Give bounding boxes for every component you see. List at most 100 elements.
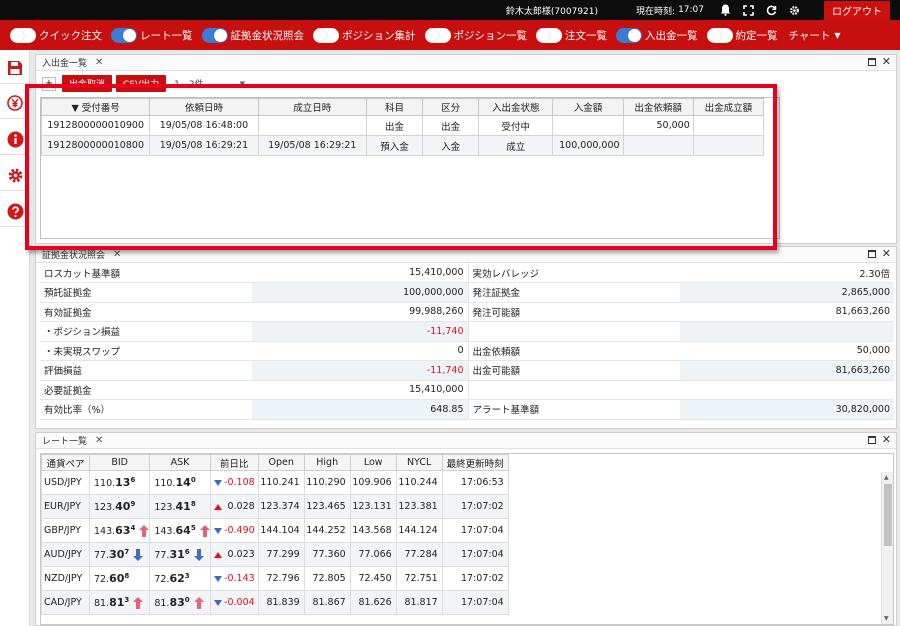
column-header[interactable]: 通貨ペア (41, 454, 90, 471)
column-header[interactable]: Low (349, 454, 397, 471)
chart-menu[interactable]: チャート ▼ (789, 28, 841, 43)
maximize-icon[interactable] (867, 58, 876, 66)
close-icon[interactable]: ✕ (882, 434, 891, 445)
column-header[interactable]: 前日比 (209, 454, 259, 471)
toggle-transfer-list[interactable]: 入出金一覧 (616, 27, 698, 43)
table-row[interactable]: 1912800000010800 19/05/08 16:29:21 19/05/0… (40, 135, 765, 156)
refresh-icon[interactable] (764, 3, 778, 17)
price-pips: 81 (109, 595, 125, 609)
toggle-rate-list[interactable]: レート一覧 (111, 27, 193, 43)
column-header[interactable]: 依頼日時 (149, 98, 259, 116)
tab-close-icon[interactable]: ✕ (95, 435, 103, 446)
toggle-label: 注文一覧 (565, 29, 607, 42)
tab-close-icon[interactable]: ✕ (95, 57, 103, 68)
toggle-switch[interactable] (111, 27, 137, 43)
toggle-execution-list[interactable]: 約定一覧 (706, 27, 778, 43)
info-icon[interactable] (6, 130, 24, 148)
scroll-up-icon[interactable]: ▲ (884, 474, 889, 481)
currency-pair[interactable]: GBP/JPY (41, 518, 90, 543)
column-header[interactable]: 成立日時 (257, 98, 367, 116)
table-row[interactable]: CAD/JPY 81.813 81.830 -0.004 81.839 81.867 81.… (41, 590, 509, 615)
toggle-switch[interactable] (536, 27, 562, 43)
table-row[interactable]: EUR/JPY 123.409 123.418 0.028 123.374 123.465… (41, 494, 509, 519)
toggle-position-summary[interactable]: ポジション集計 (313, 27, 416, 43)
column-header[interactable]: 入出金状態 (478, 98, 554, 116)
table-row[interactable]: GBP/JPY 143.634 143.645 -0.490 144.104 144.25… (41, 518, 509, 543)
column-header[interactable]: BID (88, 454, 151, 471)
clock-time: 17:07 (678, 5, 704, 15)
column-header[interactable]: NYCL (395, 454, 443, 471)
toggle-switch[interactable] (10, 27, 36, 43)
help-icon[interactable] (6, 202, 24, 220)
save-icon[interactable] (6, 59, 24, 77)
close-icon[interactable]: ✕ (882, 56, 891, 67)
ask-price[interactable]: 123.418 (149, 494, 211, 519)
column-header[interactable]: 最終更新時刻 (441, 454, 509, 471)
ask-price[interactable]: 72.623 (149, 566, 211, 591)
column-header[interactable]: ASK (149, 454, 211, 471)
tab-close-icon[interactable]: ✕ (113, 249, 121, 260)
ask-price[interactable]: 143.645 (149, 518, 211, 543)
triangle-down-icon (213, 527, 222, 534)
toggle-position-list[interactable]: ポジション一覧 (424, 27, 527, 43)
column-header[interactable]: Open (257, 454, 305, 471)
ask-price[interactable]: 77.316 (149, 542, 211, 567)
column-header[interactable]: High (303, 454, 351, 471)
bid-price[interactable]: 110.136 (88, 470, 151, 495)
column-header[interactable]: 出金依頼額 (622, 98, 694, 116)
toggle-switch[interactable] (706, 27, 733, 43)
toggle-margin-status[interactable]: 証拠金状況照会 (201, 27, 304, 43)
arrow-up-icon (139, 525, 150, 538)
cancel-withdrawal-button[interactable]: 出金取消 (62, 75, 113, 92)
app-root: 鈴木太郎様(7007921) 現在時刻: 17:07 ログアウト クイック注文 … (0, 0, 900, 626)
add-button[interactable]: + (42, 76, 56, 91)
logout-button[interactable]: ログアウト (824, 0, 890, 20)
toggle-switch[interactable] (424, 27, 451, 43)
bid-price[interactable]: 81.813 (88, 590, 151, 615)
table-row[interactable]: NZD/JPY 72.608 72.623 -0.143 72.796 72.805 72.… (41, 566, 509, 591)
vertical-scrollbar[interactable]: ▲ ▼ (881, 472, 893, 624)
close-icon[interactable]: ✕ (882, 248, 891, 259)
currency-pair[interactable]: AUD/JPY (41, 542, 90, 567)
bid-price[interactable]: 72.608 (88, 566, 151, 591)
toggle-quick-order[interactable]: クイック注文 (10, 27, 102, 43)
table-cell (692, 115, 765, 136)
bell-icon[interactable] (718, 3, 732, 17)
gear-icon[interactable] (787, 3, 801, 17)
maximize-icon[interactable] (867, 250, 876, 258)
yen-icon[interactable] (6, 94, 24, 112)
column-header[interactable]: 科目 (365, 98, 424, 116)
currency-pair[interactable]: CAD/JPY (41, 590, 90, 615)
fullscreen-icon[interactable] (741, 3, 755, 17)
table-row[interactable]: AUD/JPY 77.307 77.316 0.023 77.299 77.360 77.0… (41, 542, 509, 567)
high-value: 144.252 (303, 518, 351, 543)
maximize-icon[interactable] (867, 436, 876, 444)
bid-price[interactable]: 123.409 (88, 494, 151, 519)
column-header[interactable]: 出金成立額 (692, 98, 765, 116)
margin-label: アラート基準額 (468, 399, 680, 420)
currency-pair[interactable]: NZD/JPY (41, 566, 90, 591)
table-row[interactable]: USD/JPY 110.136 110.140 -0.108 110.241 110.29… (41, 470, 509, 495)
csv-export-button[interactable]: CSV出力 (116, 75, 167, 92)
table-row[interactable]: 1912800000010900 19/05/08 16:48:00 出金 出金 受付中… (40, 115, 765, 136)
margin-value: 99,988,260 (252, 302, 469, 322)
ask-price[interactable]: 110.140 (149, 470, 211, 495)
currency-pair[interactable]: USD/JPY (41, 470, 90, 495)
gear-icon[interactable] (6, 166, 24, 184)
column-header[interactable]: 入金額 (552, 98, 624, 116)
toggle-switch[interactable] (201, 27, 228, 43)
column-header[interactable]: 区分 (422, 98, 480, 116)
toggle-switch[interactable] (616, 27, 642, 43)
currency-pair[interactable]: EUR/JPY (41, 494, 90, 519)
toggle-order-list[interactable]: 注文一覧 (536, 27, 607, 43)
caret-down-icon[interactable]: ▼ (240, 80, 245, 88)
bid-price[interactable]: 143.634 (88, 518, 151, 543)
scroll-down-icon[interactable]: ▼ (884, 615, 889, 622)
bid-price[interactable]: 77.307 (88, 542, 151, 567)
column-header[interactable]: ▼ 受付番号 (40, 98, 151, 116)
toggle-switch[interactable] (313, 27, 339, 43)
ask-price[interactable]: 81.830 (149, 590, 211, 615)
nycl-value: 144.124 (395, 518, 443, 543)
scrollbar-thumb[interactable] (884, 484, 892, 546)
margin-value: 81,663,260 (680, 302, 894, 322)
